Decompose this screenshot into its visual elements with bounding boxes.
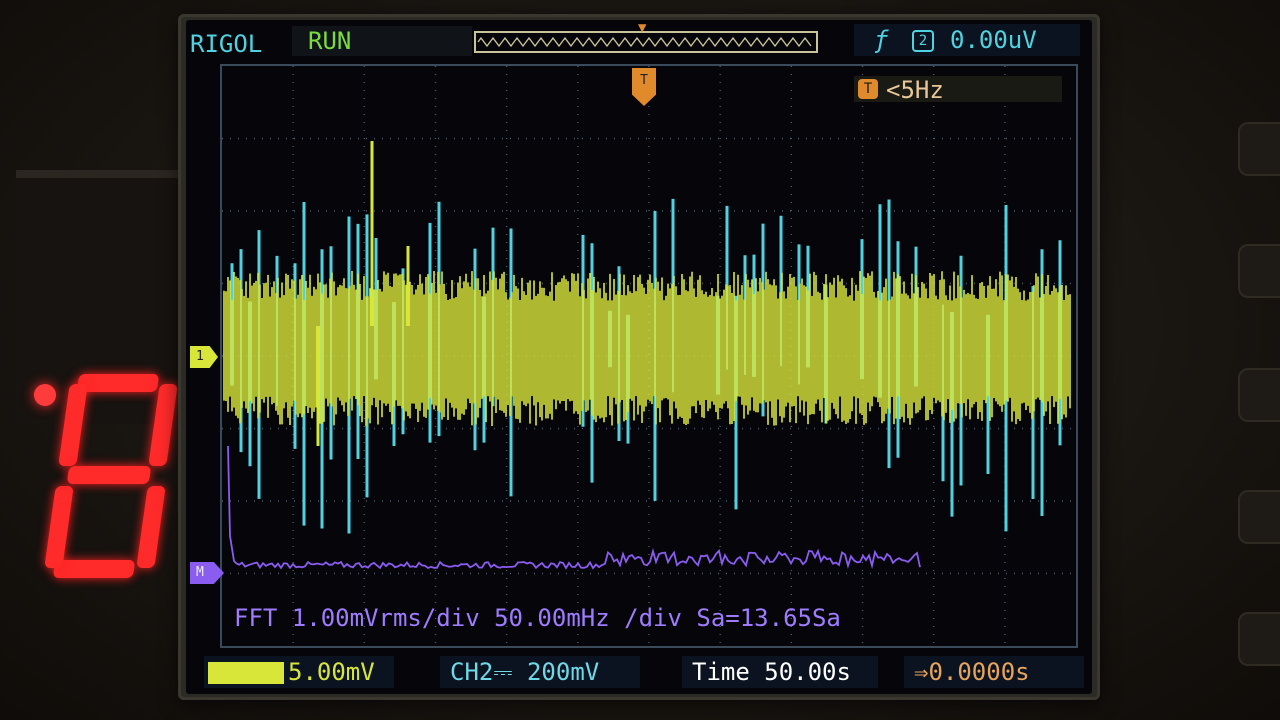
timer-icon: T — [858, 79, 878, 99]
frequency-readout: <5Hz — [886, 76, 944, 104]
ch1-coupling-icon — [208, 662, 284, 684]
softkey-button[interactable] — [1238, 122, 1280, 176]
time-value: 50.00s — [764, 658, 851, 686]
softkey-button[interactable] — [1238, 368, 1280, 422]
run-state: RUN — [292, 26, 472, 56]
ch1-scale-box: 5.00mV — [204, 656, 394, 688]
seven-segment-display — [16, 170, 194, 578]
trigger-level: 0.00uV — [950, 26, 1037, 54]
trigger-position-arrow-icon: ▼ — [638, 20, 647, 36]
oscilloscope-screen: RIGOL RUN ▼ ƒ 2 0.00uV T <5Hz 1 M T FFT … — [186, 20, 1092, 694]
status-bar: RIGOL RUN ▼ ƒ 2 0.00uV — [186, 20, 1092, 62]
frequency-counter: T <5Hz — [854, 76, 1062, 104]
trigger-offset: 0.0000s — [928, 658, 1030, 686]
ch1-ground-marker[interactable]: 1 — [190, 346, 218, 368]
dc-coupling-icon: ⎓ — [493, 658, 527, 686]
time-label: Time — [692, 658, 750, 686]
trigger-source-icon: 2 — [912, 30, 934, 52]
channel-info-bar: 5.00mV CH2⎓ 200mV Time 50.00s ⇒0.0000s — [186, 652, 1092, 692]
math-ground-marker[interactable]: M — [190, 562, 224, 584]
softkey-button[interactable] — [1238, 490, 1280, 544]
trigger-offset-box: ⇒0.0000s — [904, 656, 1084, 688]
fft-info: FFT 1.00mVrms/div 50.00mHz /div Sa=13.65… — [234, 604, 841, 632]
ch2-scale: 200mV — [526, 658, 600, 686]
trigger-status: ƒ 2 0.00uV — [854, 24, 1080, 56]
waveform-canvas — [222, 66, 1076, 646]
ch2-scale-box: CH2⎓ 200mV — [440, 656, 640, 688]
ch1-scale: 5.00mV — [288, 658, 375, 686]
rising-edge-icon: ƒ — [874, 26, 889, 54]
offset-arrow-icon: ⇒ — [914, 658, 929, 686]
waveform-area — [220, 64, 1078, 648]
softkey-button[interactable] — [1238, 244, 1280, 298]
math-fft-trace — [227, 445, 921, 570]
led-digit — [44, 374, 178, 578]
brand-label: RIGOL — [190, 30, 263, 58]
softkey-button[interactable] — [1238, 612, 1280, 666]
ch2-label: CH2 — [450, 658, 494, 686]
timebase-box: Time 50.00s — [682, 656, 878, 688]
